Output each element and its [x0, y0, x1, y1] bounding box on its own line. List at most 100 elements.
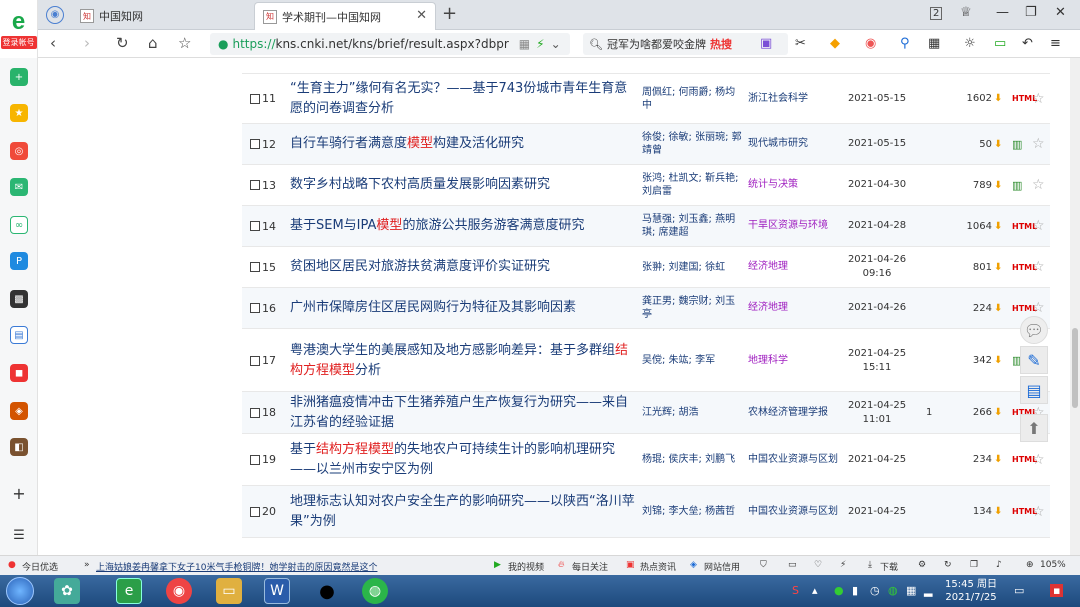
download-icon[interactable]: ⬇: [994, 180, 1002, 191]
game-icon[interactable]: ◉: [865, 36, 876, 51]
favorite-star-icon[interactable]: ☆: [1032, 504, 1045, 520]
browser-logo-icon[interactable]: ◉: [46, 6, 64, 24]
article-title-link[interactable]: “生育主力”缘何有名无实？——基于743份城市青年生育意愿的问卷调查分析: [290, 79, 640, 119]
book-read-icon[interactable]: ▥: [1012, 138, 1022, 151]
wechat-taskbar-icon[interactable]: ◍: [362, 578, 388, 604]
select-checkbox[interactable]: [250, 454, 260, 465]
system-clock[interactable]: 15:45 周日 2021/7/25: [936, 578, 1006, 604]
search-box[interactable]: 🔍︎ 冠军为啥都爱咬金牌 热搜: [583, 33, 788, 55]
authors-link[interactable]: 吴傥; 朱竑; 李军: [642, 354, 744, 367]
back-icon[interactable]: ‹: [50, 34, 56, 52]
site-credit-link[interactable]: 网站信用: [704, 560, 740, 573]
chrome-taskbar-icon[interactable]: ◉: [166, 578, 192, 604]
game3-app-icon[interactable]: ◧: [10, 438, 28, 456]
folder-taskbar-icon[interactable]: ▭: [216, 578, 242, 604]
restore-icon[interactable]: ❐: [1025, 5, 1037, 20]
minimize-icon[interactable]: —: [996, 5, 1009, 20]
article-title-link[interactable]: 基于SEM与IPA模型的旅游公共服务游客满意度研究: [290, 216, 640, 236]
tray-s-icon[interactable]: S: [792, 584, 799, 597]
lightning-icon[interactable]: ⚡: [536, 37, 544, 51]
speed-status-icon[interactable]: ⚡: [840, 560, 846, 570]
authors-link[interactable]: 徐俊; 徐敏; 张丽琬; 郭靖曾: [642, 131, 744, 157]
article-title-link[interactable]: 广州市保障房住区居民网购行为特征及其影响因素: [290, 298, 640, 318]
word-taskbar-icon[interactable]: W: [264, 578, 290, 604]
refresh-status-icon[interactable]: ↻: [944, 560, 952, 570]
bookmark-star-icon[interactable]: ☆: [178, 34, 191, 52]
brightness-icon[interactable]: ☼: [964, 36, 976, 51]
p-app-icon[interactable]: P: [10, 252, 28, 270]
download-icon[interactable]: ⬇: [994, 506, 1002, 517]
authors-link[interactable]: 马慧强; 刘玉鑫; 燕明琪; 席建超: [642, 213, 744, 239]
browser-logo[interactable]: e 登录帐号: [0, 0, 38, 58]
article-title-link[interactable]: 地理标志认知对农户安全生产的影响研究——以陕西“洛川苹果”为例: [290, 492, 640, 532]
list-sidebar-icon[interactable]: ☰: [10, 526, 28, 544]
source-journal-link[interactable]: 现代城市研究: [748, 137, 840, 151]
select-checkbox[interactable]: [250, 262, 260, 272]
select-checkbox[interactable]: [250, 139, 260, 149]
download-icon[interactable]: ⬇: [994, 262, 1002, 273]
scissors-icon[interactable]: ✂: [795, 36, 806, 51]
cloud-icon[interactable]: ∞: [10, 216, 28, 234]
game2-app-icon[interactable]: ◈: [10, 402, 28, 420]
browser-taskbar-icon[interactable]: e: [116, 578, 142, 604]
tray-clock-icon[interactable]: ◷: [870, 584, 880, 597]
note-float-icon[interactable]: ▤: [1020, 376, 1048, 404]
plus-app-icon[interactable]: +: [10, 68, 28, 86]
apps-grid-icon[interactable]: ▦: [928, 36, 940, 51]
authors-link[interactable]: 龚正男; 魏宗财; 刘玉亭: [642, 295, 744, 321]
battery-icon[interactable]: ▭: [994, 36, 1006, 51]
favorites-star-icon[interactable]: ★: [10, 104, 28, 122]
add-sidebar-icon[interactable]: +: [10, 484, 28, 503]
tray-battery-icon[interactable]: ▮: [852, 584, 858, 597]
tab-journal-results[interactable]: 知 学术期刊—中国知网 ✕: [254, 2, 436, 30]
article-title-link[interactable]: 粤港澳大学生的美展感知及地方感影响差异：基于多群组结构方程模型分析: [290, 341, 640, 381]
source-journal-link[interactable]: 中国农业资源与区划: [748, 505, 840, 519]
page-scrollbar[interactable]: [1070, 58, 1080, 555]
zoom-level[interactable]: 105%: [1040, 560, 1066, 570]
comment-float-icon[interactable]: 💬︎: [1020, 316, 1048, 344]
article-title-link[interactable]: 基于结构方程模型的失地农户可持续生计的影响机理研究——以兰州市安宁区为例: [290, 440, 640, 480]
authors-link[interactable]: 张翀; 刘建国; 徐虹: [642, 261, 744, 274]
show-desktop-icon[interactable]: ▪: [1050, 584, 1064, 597]
daily-focus-link[interactable]: 每日关注: [572, 560, 608, 573]
menu-icon[interactable]: ≡: [1050, 36, 1061, 51]
download-icon[interactable]: ⬇: [994, 139, 1002, 150]
download-icon[interactable]: ⬇: [994, 407, 1002, 418]
translate-icon[interactable]: ▣: [760, 36, 772, 51]
citation-count[interactable]: 1: [926, 407, 932, 418]
skin-icon[interactable]: ♕: [960, 5, 972, 20]
source-journal-link[interactable]: 农林经济管理学报: [748, 406, 840, 420]
favorite-star-icon[interactable]: ☆: [1032, 259, 1045, 275]
box-status-icon[interactable]: ▭: [788, 560, 797, 570]
download-link[interactable]: 下载: [880, 560, 898, 573]
article-title-link[interactable]: 非洲猪瘟疫情冲击下生猪养殖户生产恢复行为研究——来自江苏省的经验证据: [290, 393, 640, 433]
qr-icon[interactable]: ▦: [519, 37, 530, 51]
close-tab-icon[interactable]: ✕: [416, 8, 427, 23]
dropdown-icon[interactable]: ⌄: [551, 37, 561, 51]
authors-link[interactable]: 张鸿; 杜凯文; 靳兵艳; 刘启雷: [642, 172, 744, 198]
news-app-icon[interactable]: ◼: [10, 364, 28, 382]
download-icon[interactable]: ⬇: [994, 303, 1002, 314]
reload-icon[interactable]: ↻: [116, 34, 129, 52]
select-checkbox[interactable]: [250, 506, 260, 517]
shield-icon[interactable]: ◆: [830, 36, 840, 51]
shield-status-icon[interactable]: ⛉: [760, 560, 767, 570]
home-icon[interactable]: ⌂: [148, 34, 158, 52]
favorite-star-icon[interactable]: ☆: [1032, 91, 1045, 107]
tray-green-icon[interactable]: ●: [834, 584, 844, 597]
mail-icon[interactable]: ✉: [10, 178, 28, 196]
article-title-link[interactable]: 自行车骑行者满意度模型构建及活化研究: [290, 134, 640, 154]
favorite-star-icon[interactable]: ☆: [1032, 300, 1045, 316]
source-journal-link[interactable]: 浙江社会科学: [748, 92, 840, 106]
source-journal-link[interactable]: 经济地理: [748, 260, 840, 274]
article-title-link[interactable]: 贫困地区居民对旅游扶贫满意度评价实证研究: [290, 257, 640, 277]
game-app-icon[interactable]: ▩: [10, 290, 28, 308]
tab-cnki-home[interactable]: 知 中国知网: [72, 2, 252, 30]
download-icon[interactable]: ⬇: [994, 454, 1002, 465]
tray-signal-icon[interactable]: ▂: [924, 584, 932, 597]
sound-status-icon[interactable]: ♪: [996, 560, 1002, 570]
forward-icon[interactable]: ›: [84, 34, 90, 52]
heart-status-icon[interactable]: ♡: [814, 560, 822, 570]
back-to-top-icon[interactable]: ⬆: [1020, 414, 1048, 442]
doc-app-icon[interactable]: ▤: [10, 326, 28, 344]
